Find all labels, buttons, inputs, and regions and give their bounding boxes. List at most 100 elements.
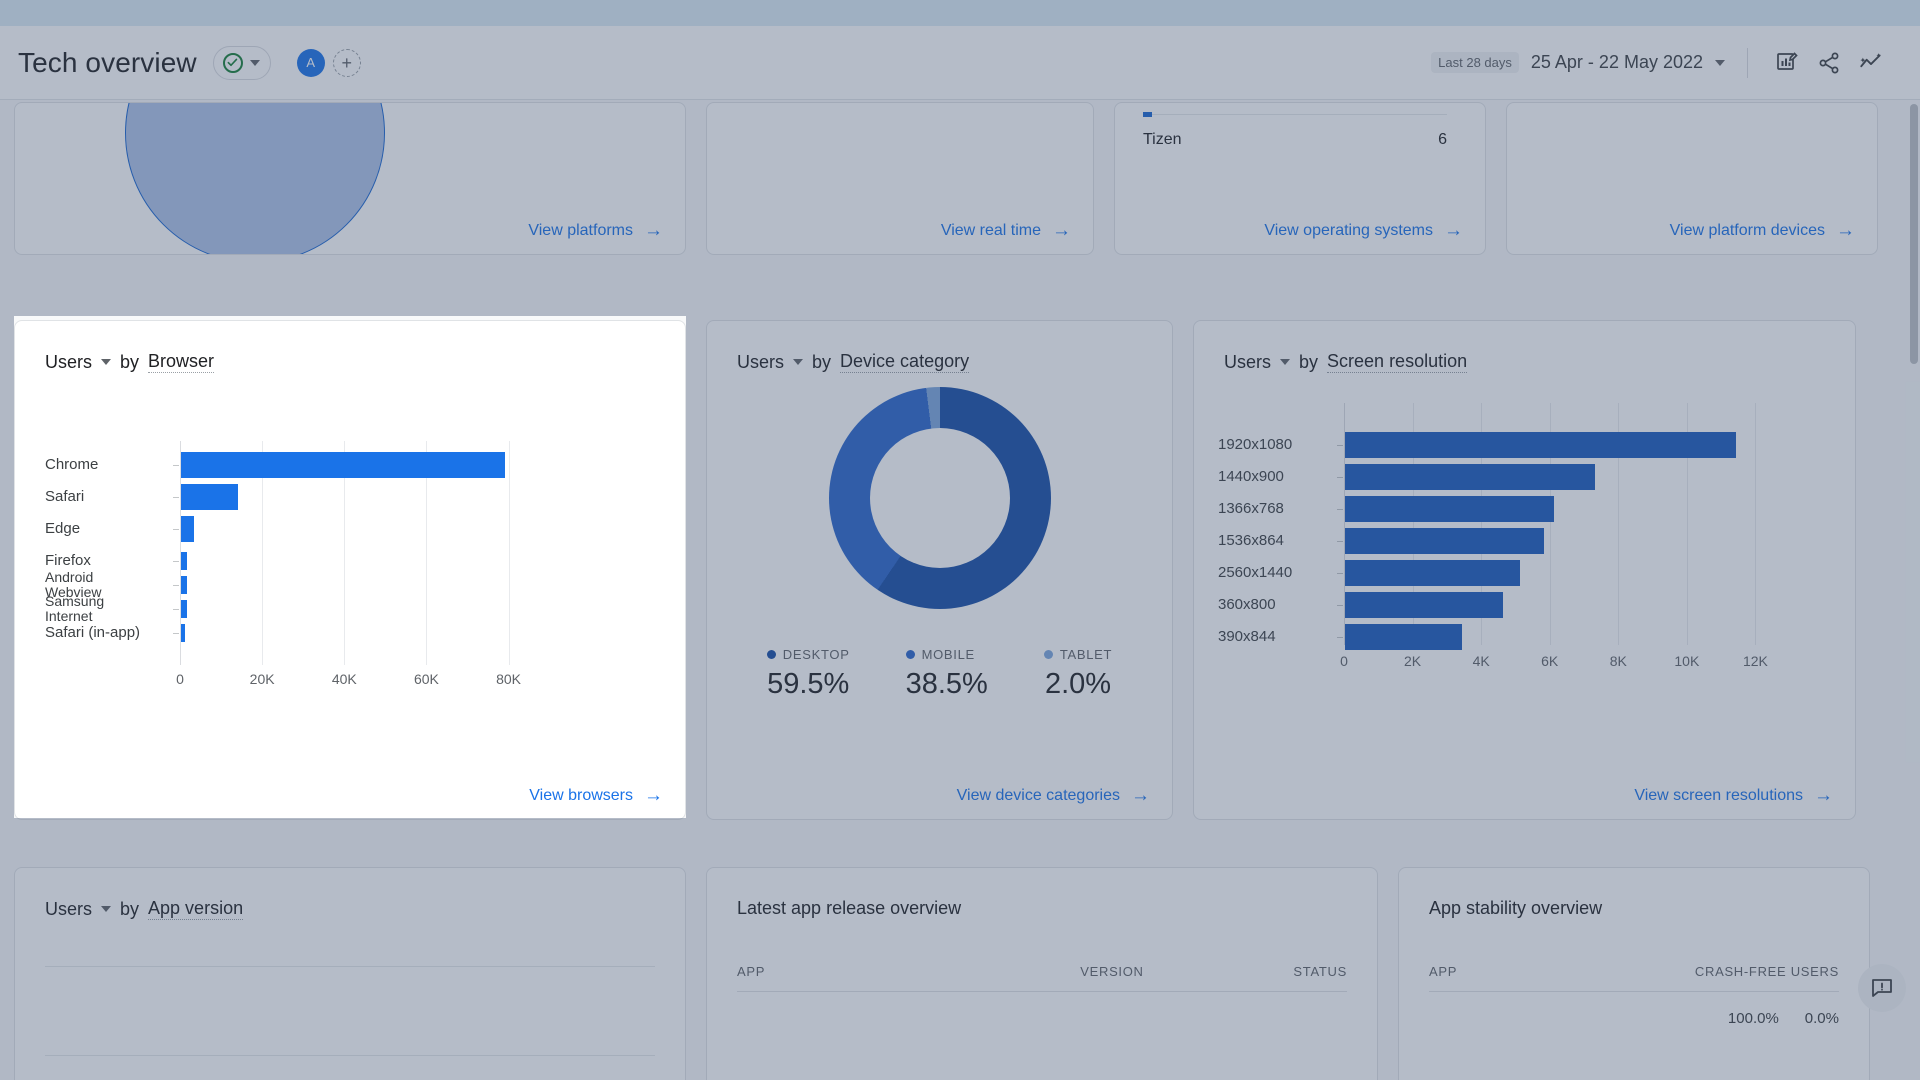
date-range-label: 25 Apr - 22 May 2022 (1531, 52, 1703, 73)
legend-label: DESKTOP (767, 647, 850, 662)
bar[interactable] (1345, 432, 1736, 458)
device-category-donut-chart (707, 373, 1172, 643)
legend-label: TABLET (1044, 647, 1112, 662)
axis-tick-label: 12K (1730, 653, 1780, 669)
view-browsers-link[interactable]: View browsers → (529, 786, 663, 805)
bar[interactable] (181, 624, 185, 642)
axis-stub (1337, 445, 1343, 446)
gridline (1755, 403, 1756, 645)
column-header-app: APP (737, 964, 940, 979)
page-header: Tech overview A + Last 28 days 25 Apr - … (0, 26, 1920, 100)
metric-selector[interactable]: Users (1224, 352, 1290, 373)
metric-selector[interactable]: Users (45, 352, 111, 373)
category-label: Safari (45, 488, 168, 505)
bar[interactable] (1345, 592, 1503, 618)
platforms-pie-chart (125, 102, 385, 255)
axis-stub (173, 497, 179, 498)
legend-value: 38.5% (906, 668, 988, 701)
link-label: View real time (941, 222, 1041, 240)
view-screen-resolutions-link[interactable]: View screen resolutions → (1634, 786, 1833, 805)
view-platform-devices-link[interactable]: View platform devices → (1670, 221, 1855, 240)
insights-icon[interactable] (1850, 42, 1892, 84)
bar[interactable] (181, 552, 187, 570)
date-range-picker[interactable]: 25 Apr - 22 May 2022 (1531, 52, 1725, 73)
card-title: Users by Browser (15, 321, 685, 373)
dimension-link-browser[interactable]: Browser (148, 351, 214, 373)
crash-free-value: 100.0% (1728, 1010, 1779, 1027)
by-label: by (120, 899, 139, 920)
category-label: Firefox (45, 552, 168, 569)
arrow-right-icon: → (1131, 786, 1150, 805)
bar[interactable] (181, 516, 194, 542)
axis-stub (173, 585, 179, 586)
bar[interactable] (181, 600, 187, 618)
divider (45, 1055, 655, 1056)
status-chip[interactable] (213, 46, 271, 80)
share-icon[interactable] (1808, 42, 1850, 84)
bar[interactable] (1345, 624, 1462, 650)
metric-selector[interactable]: Users (737, 352, 803, 373)
browser-chrome-strip (0, 0, 1920, 26)
axis-tick-label: 40K (319, 671, 369, 687)
bar[interactable] (1345, 560, 1520, 586)
axis-tick-label: 0 (1319, 653, 1369, 669)
feedback-icon[interactable] (1858, 964, 1906, 1012)
avatar[interactable]: A (297, 49, 325, 77)
card-title-label: Latest app release overview (737, 898, 961, 919)
axis-tick-label: 4K (1456, 653, 1506, 669)
app-stability-card: App stability overview APP CRASH-FREE US… (1398, 867, 1870, 1080)
bar[interactable] (181, 452, 505, 478)
axis-tick-label: 60K (401, 671, 451, 687)
card-title-label: App stability overview (1429, 898, 1602, 919)
view-operating-systems-link[interactable]: View operating systems → (1264, 221, 1463, 240)
dimension-link-app-version[interactable]: App version (148, 898, 243, 920)
axis-stub (1337, 477, 1343, 478)
table-header: APP CRASH-FREE USERS (1399, 964, 1869, 979)
card-title: Users by App version (15, 868, 685, 920)
link-label: View device categories (957, 787, 1120, 805)
metric-label: Users (45, 899, 92, 920)
column-header-app: APP (1429, 964, 1634, 979)
donut-legend: DESKTOP 59.5% MOBILE 38.5% TABLET 2.0% (707, 647, 1172, 701)
card-title: Users by Device category (707, 321, 1172, 373)
axis-stub (173, 561, 179, 562)
bar[interactable] (181, 484, 238, 510)
arrow-right-icon: → (644, 786, 663, 805)
bar[interactable] (181, 576, 187, 594)
category-label: Safari (in-app) (45, 624, 168, 641)
view-platforms-link[interactable]: View platforms → (528, 221, 663, 240)
chevron-down-icon (1715, 60, 1725, 66)
axis-tick-label: 2K (1388, 653, 1438, 669)
scrollbar-thumb[interactable] (1910, 104, 1918, 364)
add-user-icon[interactable]: + (333, 49, 361, 77)
metric-selector[interactable]: Users (45, 899, 111, 920)
bar[interactable] (1345, 464, 1595, 490)
card-title: App stability overview (1399, 868, 1869, 919)
legend-item: TABLET 2.0% (1044, 647, 1112, 701)
view-device-categories-link[interactable]: View device categories → (957, 786, 1150, 805)
dimension-link-device-category[interactable]: Device category (840, 351, 969, 373)
axis-stub (173, 465, 179, 466)
axis-stub (173, 633, 179, 634)
range-badge: Last 28 days (1431, 52, 1519, 73)
category-label: 360x800 (1218, 596, 1332, 613)
analytics-page: Tech overview A + Last 28 days 25 Apr - … (0, 0, 1920, 1080)
app-card-row: Users by App version Latest app release … (14, 867, 1906, 1080)
axis-stub (173, 609, 179, 610)
category-label: 2560x1440 (1218, 564, 1332, 581)
users-by-app-version-card: Users by App version (14, 867, 686, 1080)
arrow-right-icon: → (1814, 786, 1833, 805)
divider (45, 966, 655, 967)
legend-text: DESKTOP (783, 647, 850, 662)
dimension-link-screen-resolution[interactable]: Screen resolution (1327, 351, 1467, 373)
column-header-version: VERSION (940, 964, 1143, 979)
bar[interactable] (1345, 528, 1544, 554)
by-label: by (120, 352, 139, 373)
arrow-right-icon: → (1052, 221, 1071, 240)
arrow-right-icon: → (644, 221, 663, 240)
category-label: Chrome (45, 456, 168, 473)
bar[interactable] (1345, 496, 1554, 522)
view-real-time-link[interactable]: View real time → (941, 221, 1071, 240)
edit-comparisons-icon[interactable] (1766, 42, 1808, 84)
axis-stub (173, 529, 179, 530)
